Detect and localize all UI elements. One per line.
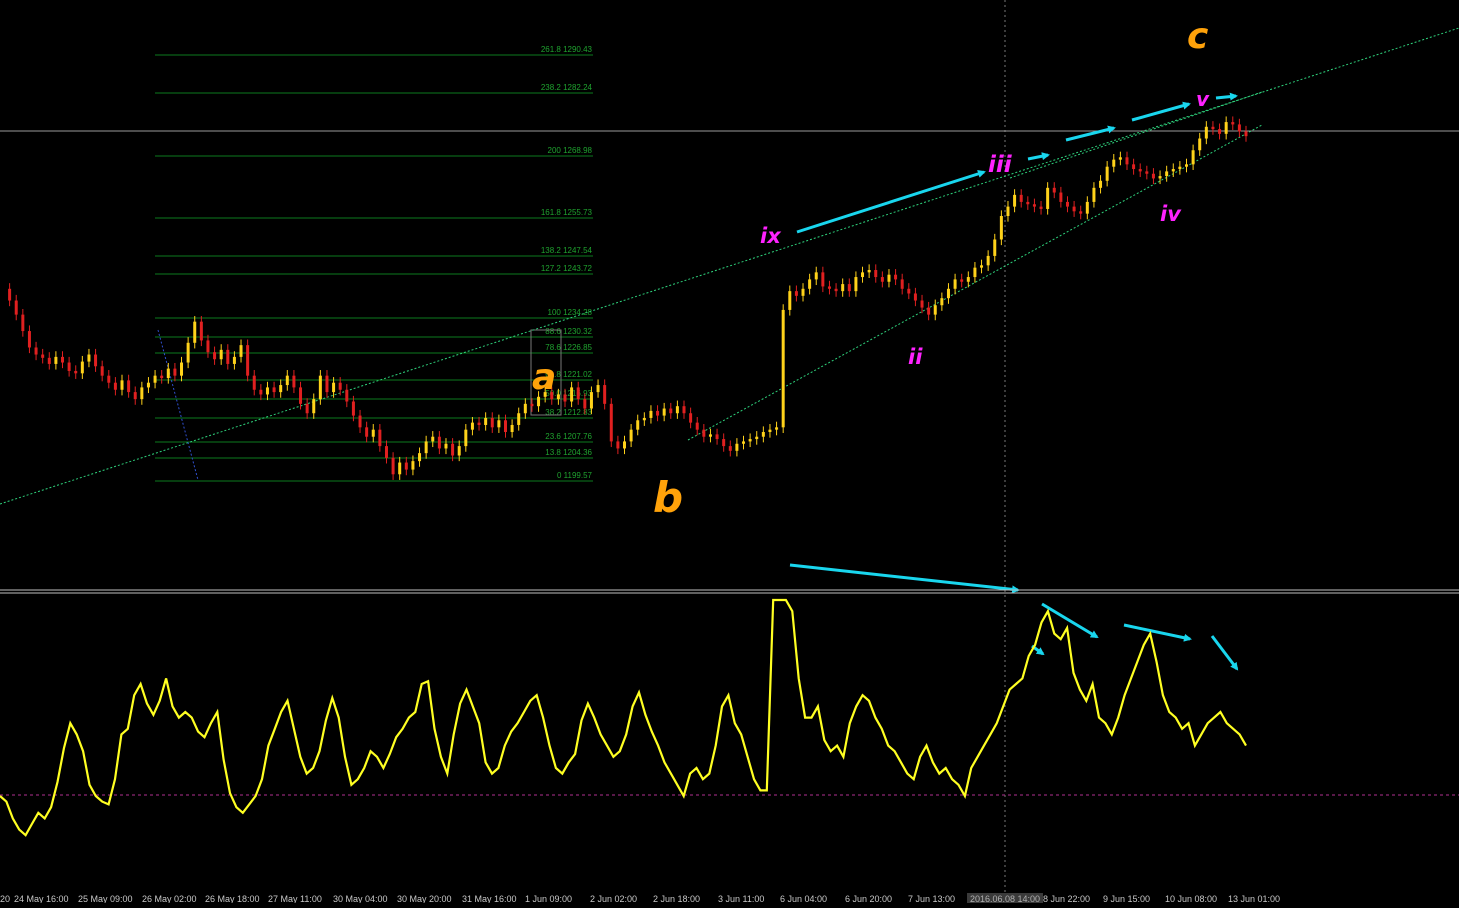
time-axis-label: 6 Jun 04:00 <box>780 894 827 903</box>
time-axis-label: 26 May 02:00 <box>142 894 197 903</box>
wave-label-b: b <box>653 473 683 522</box>
wave-label-ix: ix <box>760 224 782 248</box>
fib-level-label: 238.2 1282.24 <box>541 83 593 92</box>
time-axis-label: 2 Jun 02:00 <box>590 894 637 903</box>
wave-label-c: c <box>1187 16 1208 57</box>
time-axis-label: 8 Jun 22:00 <box>1043 894 1090 903</box>
candle <box>246 339 250 382</box>
time-axis-label: 24 May 16:00 <box>14 894 69 903</box>
crosshair-time-label: 2016.06.08 14:00 <box>970 894 1040 903</box>
fib-level-label: 13.8 1204.36 <box>545 448 592 457</box>
time-axis-label: 27 May 11:00 <box>268 894 322 903</box>
arrow-v-short[interactable] <box>1215 92 1238 101</box>
time-axis-label: 1 Jun 09:00 <box>525 894 572 903</box>
chart-window[interactable]: 261.8 1290.43 238.2 1282.24 200 1268.98 161… <box>0 0 1459 904</box>
time-axis-label: 30 May 20:00 <box>397 894 452 903</box>
fib-level-label: 161.8 1255.73 <box>541 208 593 217</box>
time-axis-label: 10 Jun 08:00 <box>1165 894 1217 903</box>
wave-label-v: v <box>1196 87 1210 111</box>
wave-label-a: a <box>532 357 556 398</box>
time-axis-label: 25 May 09:00 <box>78 894 133 903</box>
chart-background <box>0 0 1459 903</box>
fib-level-label: 78.6 1226.85 <box>545 343 592 352</box>
time-axis-label: 9 Jun 15:00 <box>1103 894 1150 903</box>
time-axis-label: 6 Jun 20:00 <box>845 894 892 903</box>
fib-level-label: 127.2 1243.72 <box>541 264 593 273</box>
time-axis-label: 31 May 16:00 <box>462 894 517 903</box>
time-axis-label: 2 Jun 18:00 <box>653 894 700 903</box>
fib-level-label: 261.8 1290.43 <box>541 45 593 54</box>
time-axis-label: 30 May 04:00 <box>333 894 388 903</box>
time-axis-label: 7 Jun 13:00 <box>908 894 955 903</box>
fib-level-label: 23.6 1207.76 <box>545 432 592 441</box>
fib-level-label: 200 1268.98 <box>548 146 593 155</box>
time-axis-label: 20 <box>0 894 10 903</box>
candle <box>609 398 613 448</box>
fib-level-label: 38.2 1212.83 <box>545 408 592 417</box>
wave-label-iii: iii <box>988 152 1013 178</box>
fib-level-label: 138.2 1247.54 <box>541 246 593 255</box>
fib-level-label: 88.6 1230.32 <box>545 327 592 336</box>
fib-level-label: 0 1199.57 <box>557 471 593 480</box>
time-axis-label: 3 Jun 11:00 <box>718 894 764 903</box>
wave-label-ii: ii <box>908 345 923 369</box>
candle <box>781 304 785 433</box>
price-chart[interactable]: 261.8 1290.43 238.2 1282.24 200 1268.98 161… <box>0 0 1459 904</box>
time-axis-label: 13 Jun 01:00 <box>1228 894 1280 903</box>
wave-label-iv: iv <box>1160 202 1182 226</box>
time-axis-label: 26 May 18:00 <box>205 894 260 903</box>
